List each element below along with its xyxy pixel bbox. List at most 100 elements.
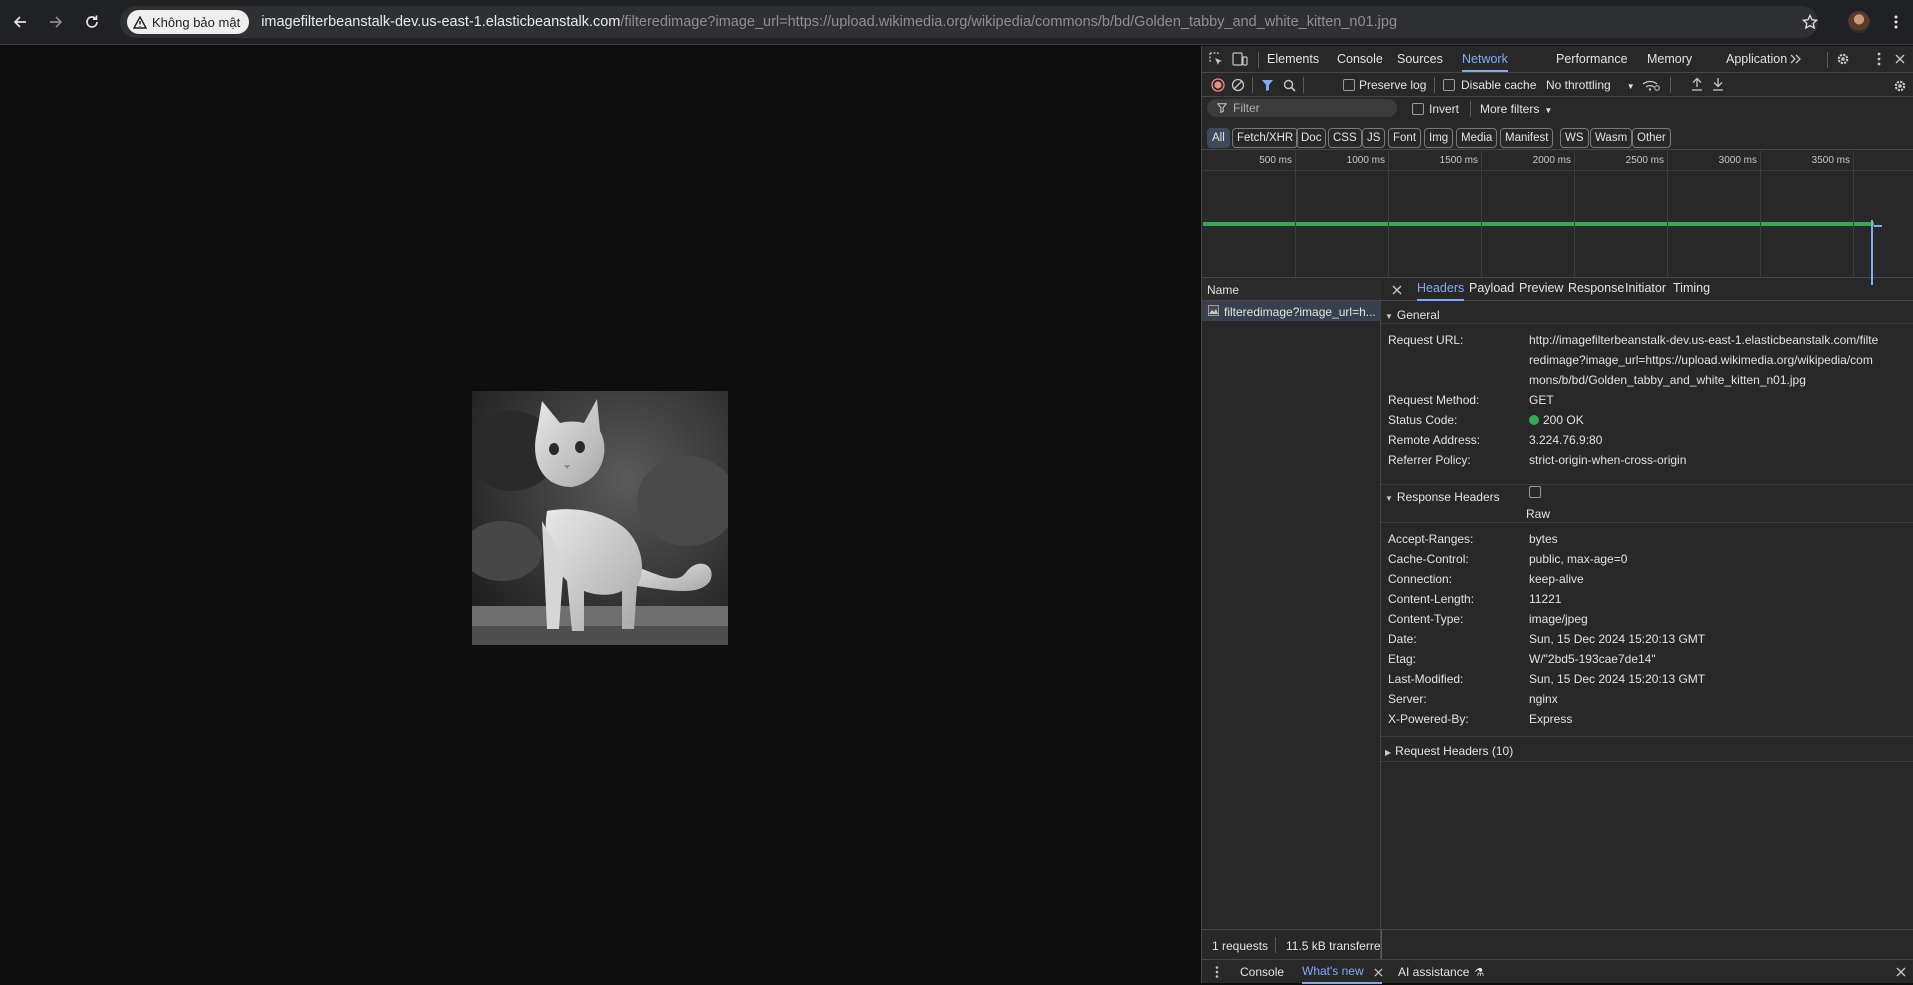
filter-chip-font[interactable]: Font	[1388, 128, 1422, 148]
timeline-gridline	[1667, 151, 1668, 278]
response-headers-title: Response Headers	[1396, 490, 1500, 504]
filter-chip-manifest[interactable]: Manifest	[1500, 128, 1554, 148]
filter-chip-wasm[interactable]: Wasm	[1590, 128, 1633, 148]
filter-chip-all[interactable]: All	[1207, 128, 1230, 148]
import-har-upload-icon[interactable]	[1690, 77, 1704, 91]
device-toolbar-icon[interactable]	[1232, 51, 1248, 67]
tab-sources[interactable]: Sources	[1397, 46, 1443, 72]
timeline-overview[interactable]: 500 ms 1000 ms 1500 ms 2000 ms 2500 ms 3000 m…	[1202, 151, 1913, 285]
response-header-key: Accept-Ranges:	[1388, 532, 1474, 546]
tab-memory[interactable]: Memory	[1647, 46, 1692, 72]
name-column-header[interactable]: Name	[1202, 278, 1381, 301]
profile-avatar[interactable]	[1848, 11, 1870, 33]
browser-menu-button[interactable]	[1884, 10, 1908, 34]
filter-chip-media[interactable]: Media	[1456, 128, 1498, 148]
filter-chip-other[interactable]: Other	[1632, 128, 1671, 148]
record-stop-icon[interactable]	[1211, 78, 1225, 92]
disable-cache-checkbox[interactable]	[1443, 79, 1455, 91]
request-row[interactable]: filteredimage?image_url=h...	[1202, 301, 1381, 321]
filter-chip-fetch-xhr[interactable]: Fetch/XHR	[1232, 128, 1299, 148]
details-tab-response[interactable]: Response	[1568, 278, 1624, 301]
filter-input[interactable]: Filter	[1207, 99, 1397, 117]
filter-chip-img[interactable]: Img	[1424, 128, 1454, 148]
response-header-value: Express	[1529, 712, 1573, 726]
timeline-ruler: 500 ms 1000 ms 1500 ms 2000 ms 2500 ms 3000 m…	[1202, 151, 1913, 171]
request-waterfall-bar	[1203, 222, 1874, 226]
tab-performance[interactable]: Performance	[1556, 46, 1628, 72]
filtered-kitten-image	[472, 391, 728, 645]
response-header-key: Content-Length:	[1388, 592, 1475, 606]
search-icon[interactable]	[1282, 78, 1296, 92]
request-row-name: filteredimage?image_url=h...	[1224, 305, 1376, 319]
inspect-element-icon[interactable]	[1208, 51, 1224, 67]
details-tab-headers[interactable]: Headers	[1417, 278, 1465, 301]
drawer-menu-kebab-icon[interactable]	[1212, 965, 1222, 979]
raw-headers-checkbox[interactable]	[1529, 486, 1541, 498]
throttling-select[interactable]: No throttling ▼	[1546, 78, 1635, 92]
filter-placeholder: Filter	[1233, 101, 1260, 115]
close-details-icon[interactable]	[1390, 283, 1403, 296]
filter-chip-js[interactable]: JS	[1362, 128, 1386, 148]
preserve-log-checkbox[interactable]	[1343, 79, 1355, 91]
request-headers-section-header[interactable]: ▶ Request Headers (10)	[1385, 744, 1513, 758]
timeline-tick-label: 1000 ms	[1346, 155, 1385, 166]
filter-row: Filter Invert More filters ▼	[1202, 97, 1913, 120]
drawer-tab-console[interactable]: Console	[1240, 960, 1284, 984]
network-settings-gear-icon[interactable]	[1892, 78, 1908, 94]
response-header-key: X-Powered-By:	[1388, 712, 1469, 726]
devtools-settings-gear-icon[interactable]	[1835, 51, 1851, 67]
response-headers-section-header[interactable]: ▼ Response Headers	[1385, 490, 1500, 504]
forward-button[interactable]	[44, 10, 68, 34]
tab-console[interactable]: Console	[1337, 46, 1383, 72]
kebab-menu-icon	[1894, 15, 1898, 29]
tab-application[interactable]: Application	[1726, 46, 1787, 72]
close-drawer-icon[interactable]	[1894, 965, 1908, 979]
clear-log-icon[interactable]	[1231, 78, 1245, 92]
filter-funnel-small-icon	[1217, 103, 1227, 113]
network-conditions-wifi-icon[interactable]	[1642, 78, 1660, 92]
devtools-menu-kebab-icon[interactable]	[1872, 51, 1886, 67]
filter-chip-doc[interactable]: Doc	[1296, 128, 1327, 148]
drawer-tab-whats-new[interactable]: What's new	[1302, 960, 1382, 984]
request-url-line-1: http://imagefilterbeanstalk-dev.us-east-…	[1529, 333, 1879, 347]
request-count: 1 requests	[1212, 939, 1269, 953]
more-filters-dropdown[interactable]: More filters ▼	[1480, 102, 1552, 116]
filter-funnel-icon[interactable]	[1260, 78, 1274, 92]
details-tab-preview[interactable]: Preview	[1519, 278, 1563, 301]
tab-network[interactable]: Network	[1462, 46, 1508, 72]
filter-chip-css[interactable]: CSS	[1328, 128, 1362, 148]
filter-chip-ws[interactable]: WS	[1560, 128, 1589, 148]
details-tab-payload[interactable]: Payload	[1469, 278, 1514, 301]
response-header-value: image/jpeg	[1529, 612, 1588, 626]
more-tabs-chevron-icon[interactable]	[1787, 50, 1805, 68]
timeline-gridline	[1481, 151, 1482, 278]
general-title: General	[1396, 308, 1440, 322]
timeline-gridline	[1295, 151, 1296, 278]
security-chip[interactable]: Không bảo mật	[127, 10, 250, 34]
tab-elements[interactable]: Elements	[1267, 46, 1319, 72]
timeline-gridline	[1388, 151, 1389, 278]
name-header-label: Name	[1207, 283, 1240, 297]
general-value-status-code: 200 OK	[1529, 413, 1584, 427]
details-tab-timing[interactable]: Timing	[1673, 278, 1710, 301]
address-bar[interactable]: Không bảo mật imagefilterbeanstalk-dev.u…	[120, 6, 1818, 38]
url-text[interactable]: imagefilterbeanstalk-dev.us-east-1.elast…	[261, 14, 1397, 30]
timeline-tick-label: 2000 ms	[1532, 155, 1571, 166]
close-whats-new-icon[interactable]	[1372, 966, 1384, 978]
back-button[interactable]	[8, 10, 32, 34]
general-value-text: GET	[1529, 393, 1554, 407]
drawer-tab-ai-assistance[interactable]: AI assistance ⚗	[1398, 960, 1484, 984]
devtools-close-icon[interactable]	[1892, 51, 1908, 67]
general-key-remote-address: Remote Address:	[1388, 433, 1481, 447]
details-tabbar: Headers Payload Preview Response Initiator Ti…	[1381, 278, 1913, 301]
request-url-key: Request URL:	[1388, 333, 1464, 347]
invert-label: Invert	[1429, 102, 1460, 116]
reload-button[interactable]	[80, 10, 104, 34]
bookmark-button[interactable]	[1798, 10, 1822, 34]
response-header-key: Content-Type:	[1388, 612, 1464, 626]
details-tab-initiator[interactable]: Initiator	[1625, 278, 1666, 301]
general-section-header[interactable]: ▼ General	[1385, 308, 1440, 322]
invert-checkbox[interactable]	[1412, 103, 1424, 115]
export-har-download-icon[interactable]	[1711, 77, 1725, 91]
warning-icon	[133, 15, 147, 29]
